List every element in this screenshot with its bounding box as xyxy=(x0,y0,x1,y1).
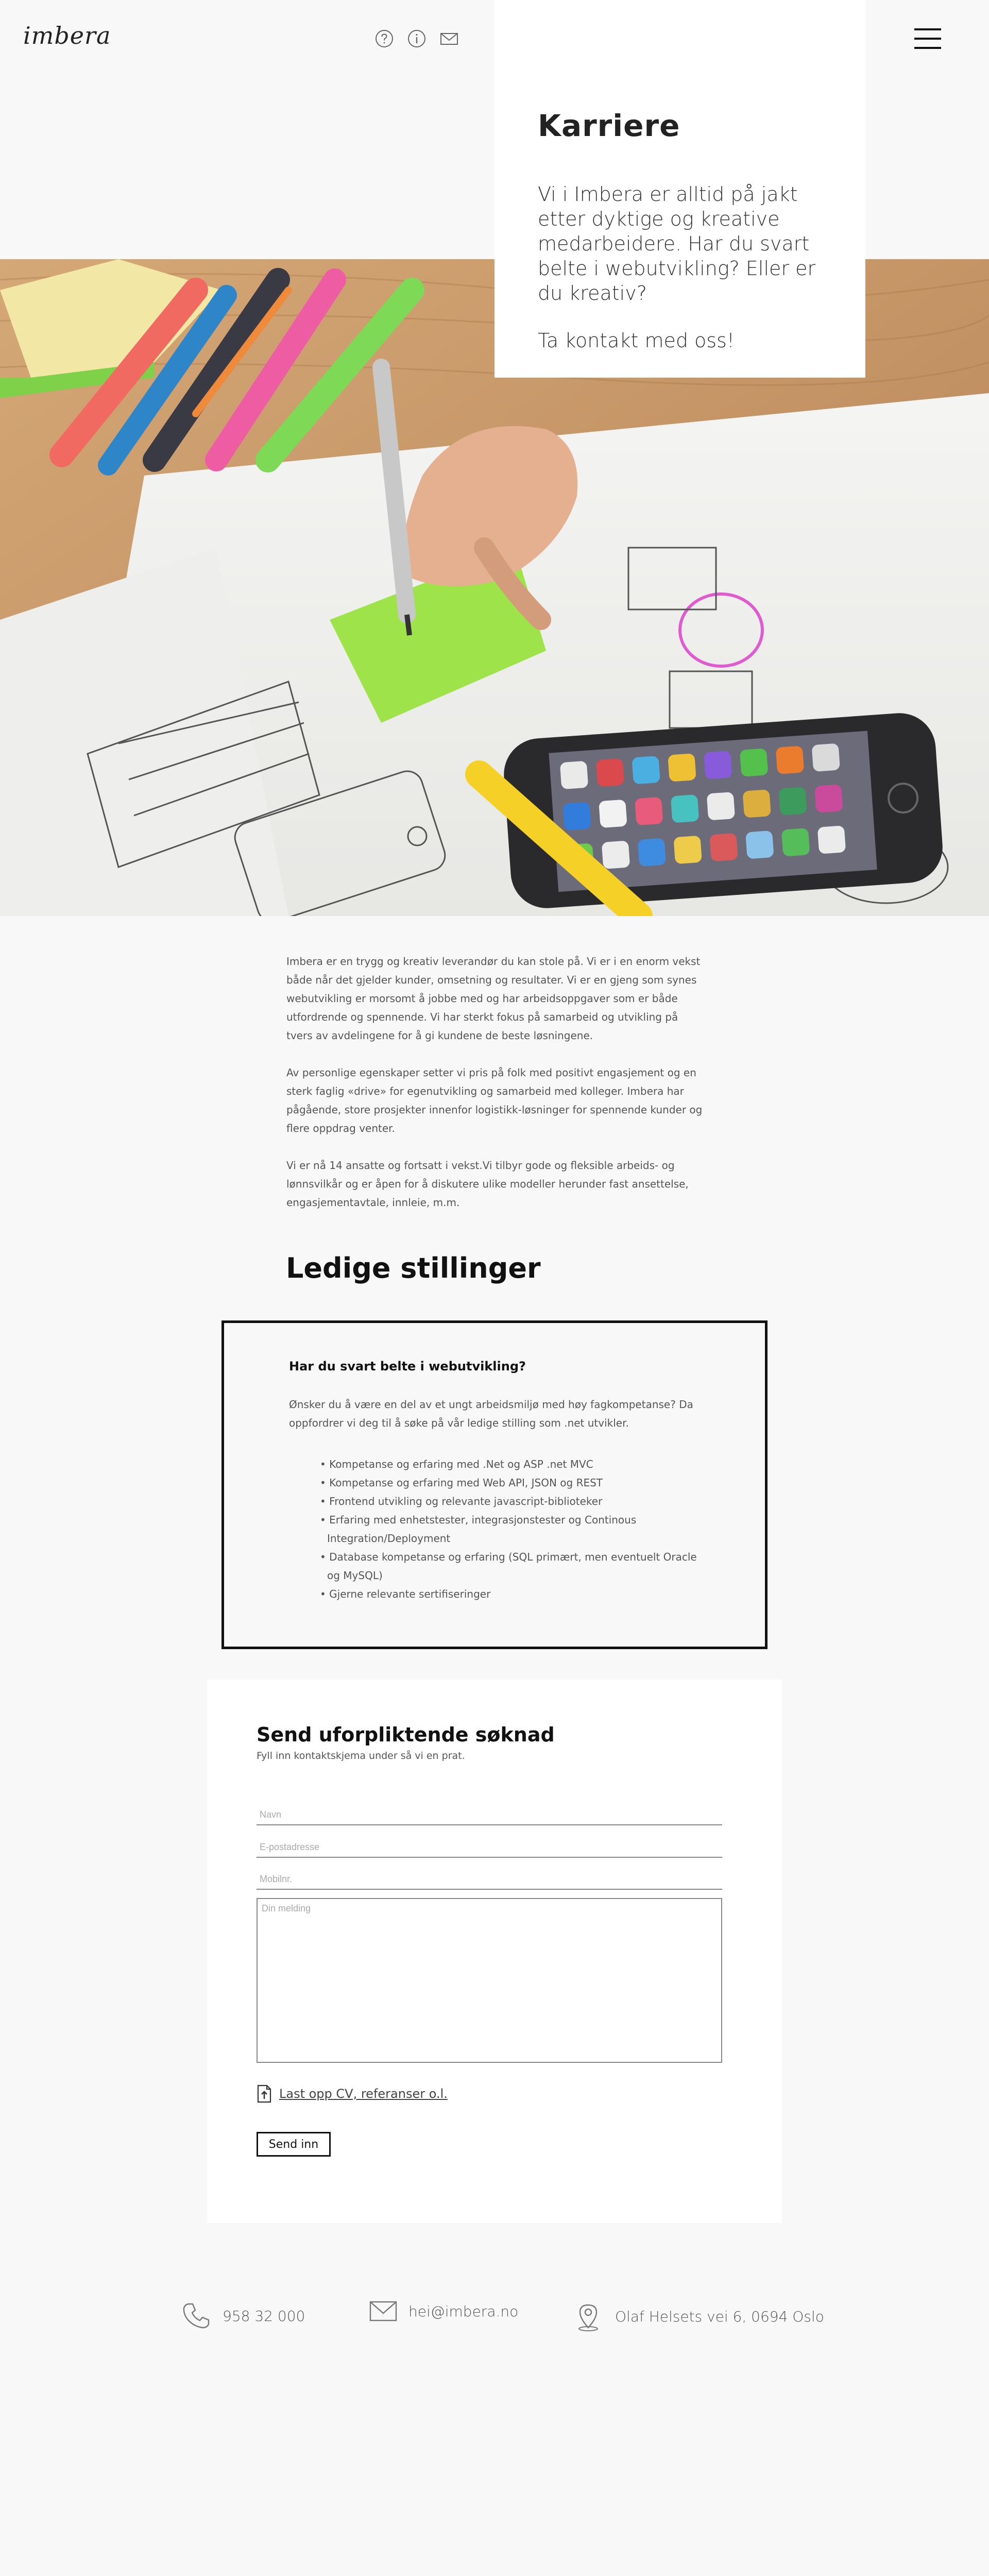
send-button[interactable]: Send inn xyxy=(257,2132,331,2157)
menu-icon[interactable] xyxy=(914,28,941,49)
career-title: Karriere xyxy=(538,108,680,143)
job-description: Ønsker du å være en del av et ungt arbei… xyxy=(289,1398,693,1429)
street-address: Olaf Helsets vei 6, 0694 Oslo xyxy=(615,2308,824,2325)
requirement-item: • Erfaring med enhetstester, integrasjon… xyxy=(320,1514,637,1545)
requirement-item: • Kompetanse og erfaring med .Net og ASP… xyxy=(320,1458,593,1470)
requirement-item: • Gjerne relevante sertifiseringer xyxy=(320,1588,491,1600)
site-logo[interactable]: imbera xyxy=(23,22,111,49)
intro-paragraph: Vi er nå 14 ansatte og fortsatt i vekst.… xyxy=(286,1159,689,1209)
envelope-icon xyxy=(369,2301,397,2321)
footer-phone[interactable]: 958 32 000 xyxy=(181,2301,305,2331)
form-subtitle: Fyll inn kontaktskjema under så vi en pr… xyxy=(257,1750,465,1761)
phone-number: 958 32 000 xyxy=(223,2307,305,2325)
location-pin-icon xyxy=(578,2304,598,2331)
intro-paragraph: Imbera er en trygg og kreativ leverandør… xyxy=(286,955,701,1042)
message-input[interactable] xyxy=(257,1898,722,2063)
job-requirements: • Kompetanse og erfaring med .Net og ASP… xyxy=(320,1455,703,1603)
requirement-item: • Frontend utvikling og relevante javasc… xyxy=(320,1495,603,1507)
help-icon[interactable] xyxy=(375,29,394,48)
upload-label[interactable]: Last opp CV, referanser o.l. xyxy=(279,2087,448,2101)
file-upload-icon xyxy=(257,2084,271,2103)
email-address: hei@imbera.no xyxy=(408,2302,519,2320)
career-card: Karriere Vi i Imbera er alltid på jakt e… xyxy=(494,0,865,378)
email-input[interactable] xyxy=(257,1837,722,1858)
form-title: Send uforpliktende søknad xyxy=(257,1723,555,1746)
requirement-item: • Database kompetanse og erfaring (SQL p… xyxy=(320,1551,697,1582)
positions-title: Ledige stillinger xyxy=(286,1252,541,1284)
mail-icon[interactable] xyxy=(440,29,458,48)
job-listing: Har du svart belte i webutvikling? Ønske… xyxy=(221,1320,768,1649)
career-text: Vi i Imbera er alltid på jakt etter dykt… xyxy=(538,183,816,304)
info-icon[interactable] xyxy=(407,29,426,48)
career-contact-text: Ta kontakt med oss! xyxy=(538,329,735,352)
footer-email[interactable]: hei@imbera.no xyxy=(369,2301,518,2321)
phone-icon xyxy=(183,2303,210,2329)
application-form: Send uforpliktende søknad Fyll inn konta… xyxy=(207,1680,782,2223)
intro-paragraph: Av personlige egenskaper setter vi pris … xyxy=(286,1066,703,1134)
requirement-item: • Kompetanse og erfaring med Web API, JS… xyxy=(320,1477,603,1489)
intro-section: Imbera er en trygg og kreativ leverandør… xyxy=(286,952,705,1230)
mobile-input[interactable] xyxy=(257,1869,722,1890)
upload-link[interactable]: Last opp CV, referanser o.l. xyxy=(257,2084,448,2103)
footer-address[interactable]: Olaf Helsets vei 6, 0694 Oslo xyxy=(573,2301,824,2332)
job-title: Har du svart belte i webutvikling? xyxy=(289,1359,526,1374)
name-input[interactable] xyxy=(257,1805,722,1825)
